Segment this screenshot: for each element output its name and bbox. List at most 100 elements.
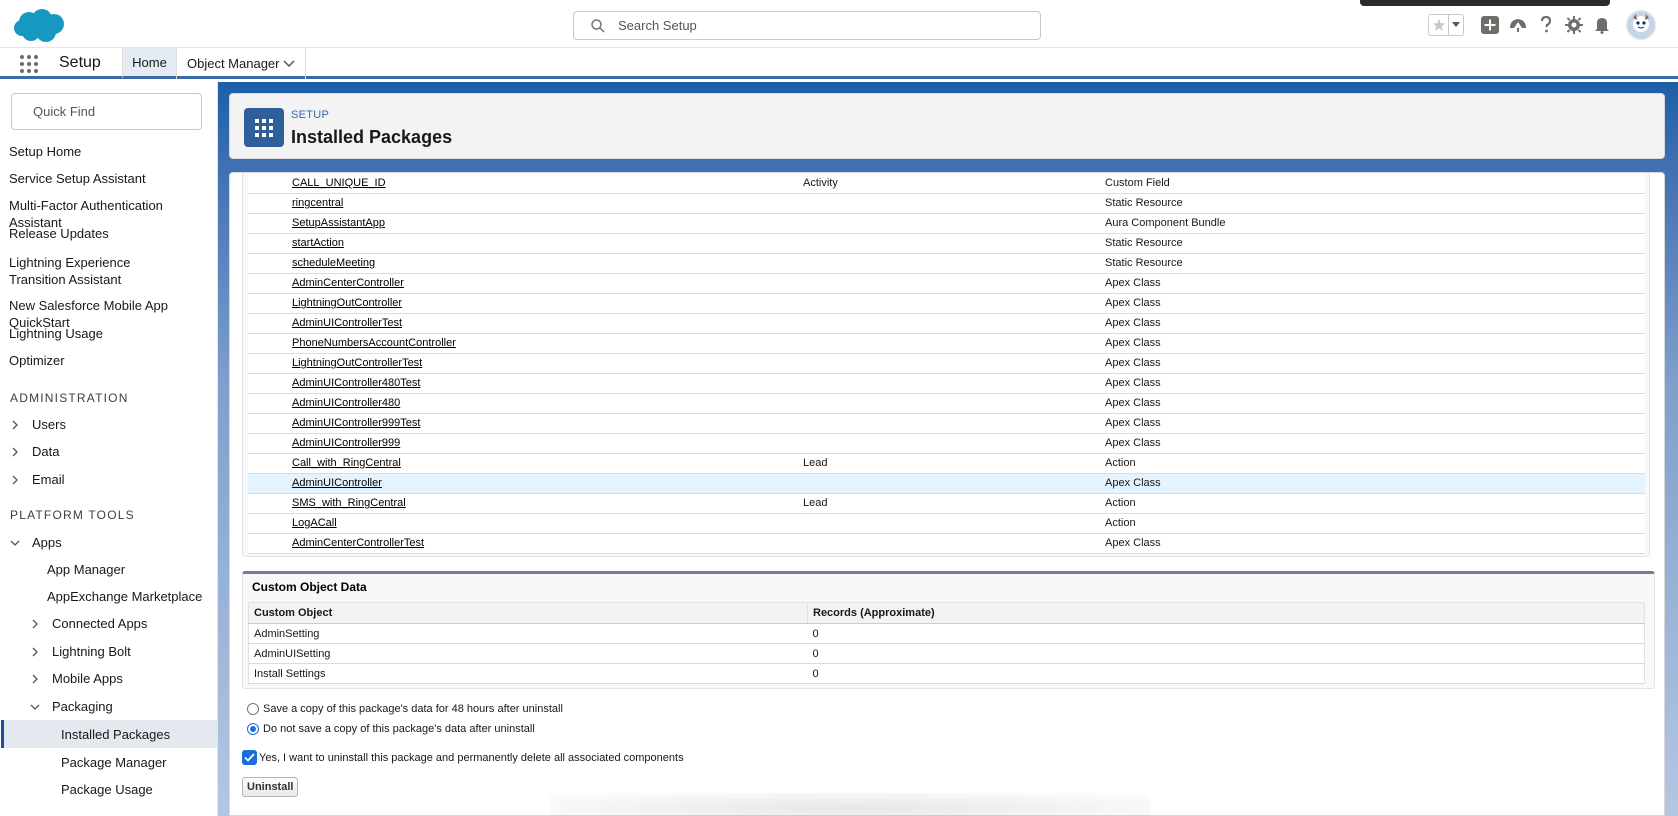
setup-gear-button[interactable] [1564,15,1584,35]
custom-object-data-title: Custom Object Data [252,580,367,594]
sidebar-item-mobile-apps[interactable]: Mobile Apps [30,671,123,686]
component-link[interactable]: PhoneNumbersAccountController [292,337,456,349]
component-link[interactable]: AdminUIController [292,477,382,489]
table-row: ringcentral Static Resource [248,193,1645,214]
salesforce-logo-icon[interactable] [12,8,66,44]
component-link[interactable]: LightningOutControllerTest [292,357,422,369]
option-do-not-save-data[interactable]: Do not save a copy of this package's dat… [247,723,535,735]
do-not-save-data-label: Do not save a copy of this package's dat… [263,723,535,735]
table-row: startAction Static Resource [248,233,1645,254]
component-name-cell: AdminUIControllerTest [248,313,803,334]
sidebar-item-installed-packages[interactable]: Installed Packages [61,727,170,742]
component-parent-cell [803,513,1105,534]
help-button[interactable] [1536,15,1556,35]
save-data-label: Save a copy of this package's data for 4… [263,703,563,715]
component-link[interactable]: AdminUIController999Test [292,417,420,429]
component-link[interactable]: AdminUIController999 [292,437,400,449]
sidebar-item-lightning-bolt[interactable]: Lightning Bolt [30,644,131,659]
trailhead-button[interactable] [1508,15,1528,35]
app-launcher-icon[interactable] [19,54,39,74]
sidebar-item-package-usage[interactable]: Package Usage [61,782,153,797]
sidebar-item-apps[interactable]: Apps [10,535,62,550]
component-link[interactable]: startAction [292,237,344,249]
table-row: PhoneNumbersAccountController Apex Class [248,333,1645,354]
component-type-cell: Apex Class [1105,373,1645,394]
component-link[interactable]: SMS_with_RingCentral [292,497,406,509]
quick-find-input[interactable] [33,104,209,119]
sidebar-item-label: Email [32,472,65,487]
component-type-cell: Apex Class [1105,333,1645,354]
component-type-cell: Static Resource [1105,253,1645,274]
component-parent-cell [803,413,1105,434]
option-save-data[interactable]: Save a copy of this package's data for 4… [247,703,563,715]
table-row: AdminUIController480Test Apex Class [248,373,1645,394]
header-tools [1428,10,1656,40]
quick-find[interactable] [11,93,209,130]
component-name-cell: PhoneNumbersAccountController [248,333,803,354]
sidebar-item-connected-apps[interactable]: Connected Apps [30,616,147,631]
component-parent-cell [803,533,1105,554]
sidebar-item-users[interactable]: Users [10,417,66,432]
sidebar-item-service-setup-assistant[interactable]: Service Setup Assistant [9,170,214,187]
component-link[interactable]: CALL_UNIQUE_ID [292,177,386,189]
component-link[interactable]: AdminCenterController [292,277,404,289]
tab-home[interactable]: Home [122,48,176,79]
chevron-right-icon [32,647,38,656]
sidebar-item-data[interactable]: Data [10,444,59,459]
tab-object-manager[interactable]: Object Manager [176,48,306,79]
sidebar-item-label: Data [32,444,60,459]
chevron-right-icon [32,619,38,628]
component-type-cell: Aura Component Bundle [1105,213,1645,234]
sidebar-item-release-updates[interactable]: Release Updates [9,225,214,242]
component-link[interactable]: LogACall [292,517,337,529]
table-row: AdminSetting 0 [248,623,1645,644]
component-link[interactable]: LightningOutController [292,297,402,309]
component-link[interactable]: AdminCenterControllerTest [292,537,424,549]
package-components-section: CALL_UNIQUE_ID Activity Custom Field ringce… [242,173,1650,557]
component-link[interactable]: ringcentral [292,197,343,209]
component-link[interactable]: SetupAssistantApp [292,217,385,229]
table-row: AdminUIController999 Apex Class [248,433,1645,454]
sidebar-item-appexchange[interactable]: AppExchange Marketplace [47,589,202,604]
chevron-right-icon [12,475,18,484]
sidebar-item-lightning-transition[interactable]: Lightning Experience Transition Assistan… [9,254,174,288]
sidebar-item-optimizer[interactable]: Optimizer [9,352,214,369]
grid-icon [255,118,273,137]
table-row: AdminCenterController Apex Class [248,273,1645,294]
sidebar-item-packaging[interactable]: Packaging [30,699,113,714]
component-link[interactable]: Call_with_RingCentral [292,457,401,469]
chevron-down-icon[interactable] [283,59,295,68]
confirm-uninstall-row[interactable]: Yes, I want to uninstall this package an… [242,750,684,765]
table-row: scheduleMeeting Static Resource [248,253,1645,274]
sidebar-item-email[interactable]: Email [10,472,65,487]
uninstall-button[interactable]: Uninstall [242,777,299,797]
component-parent-cell: Activity [803,173,1105,194]
user-avatar[interactable] [1626,10,1656,40]
sidebar-item-app-manager[interactable]: App Manager [47,562,125,577]
global-search[interactable] [573,11,1041,40]
sidebar-item-package-manager[interactable]: Package Manager [61,755,167,770]
sidebar-item-lightning-usage[interactable]: Lightning Usage [9,325,214,342]
global-search-input[interactable] [618,18,1040,33]
component-parent-cell [803,273,1105,294]
component-parent-cell [803,373,1105,394]
component-link[interactable]: scheduleMeeting [292,257,375,269]
favorites-button[interactable] [1428,14,1464,36]
do-not-save-data-radio[interactable] [247,723,259,735]
table-row: LogACall Action [248,513,1645,534]
component-link[interactable]: AdminUIController480 [292,397,400,409]
tab-object-manager-label: Object Manager [187,56,280,71]
component-link[interactable]: AdminUIController480Test [292,377,420,389]
confirm-uninstall-checkbox[interactable] [242,750,257,765]
sidebar-item-setup-home[interactable]: Setup Home [9,143,214,160]
table-row: AdminUIController Apex Class [248,473,1645,494]
save-data-radio[interactable] [247,703,259,715]
component-name-cell: SMS_with_RingCentral [248,493,803,514]
component-type-cell: Apex Class [1105,433,1645,454]
component-name-cell: AdminUIController480 [248,393,803,414]
setup-sidebar: Setup Home Service Setup Assistant Multi… [0,82,218,816]
component-link[interactable]: AdminUIControllerTest [292,317,402,329]
global-actions-button[interactable] [1480,15,1500,35]
notifications-button[interactable] [1592,15,1612,35]
table-row: SMS_with_RingCentral Lead Action [248,493,1645,514]
